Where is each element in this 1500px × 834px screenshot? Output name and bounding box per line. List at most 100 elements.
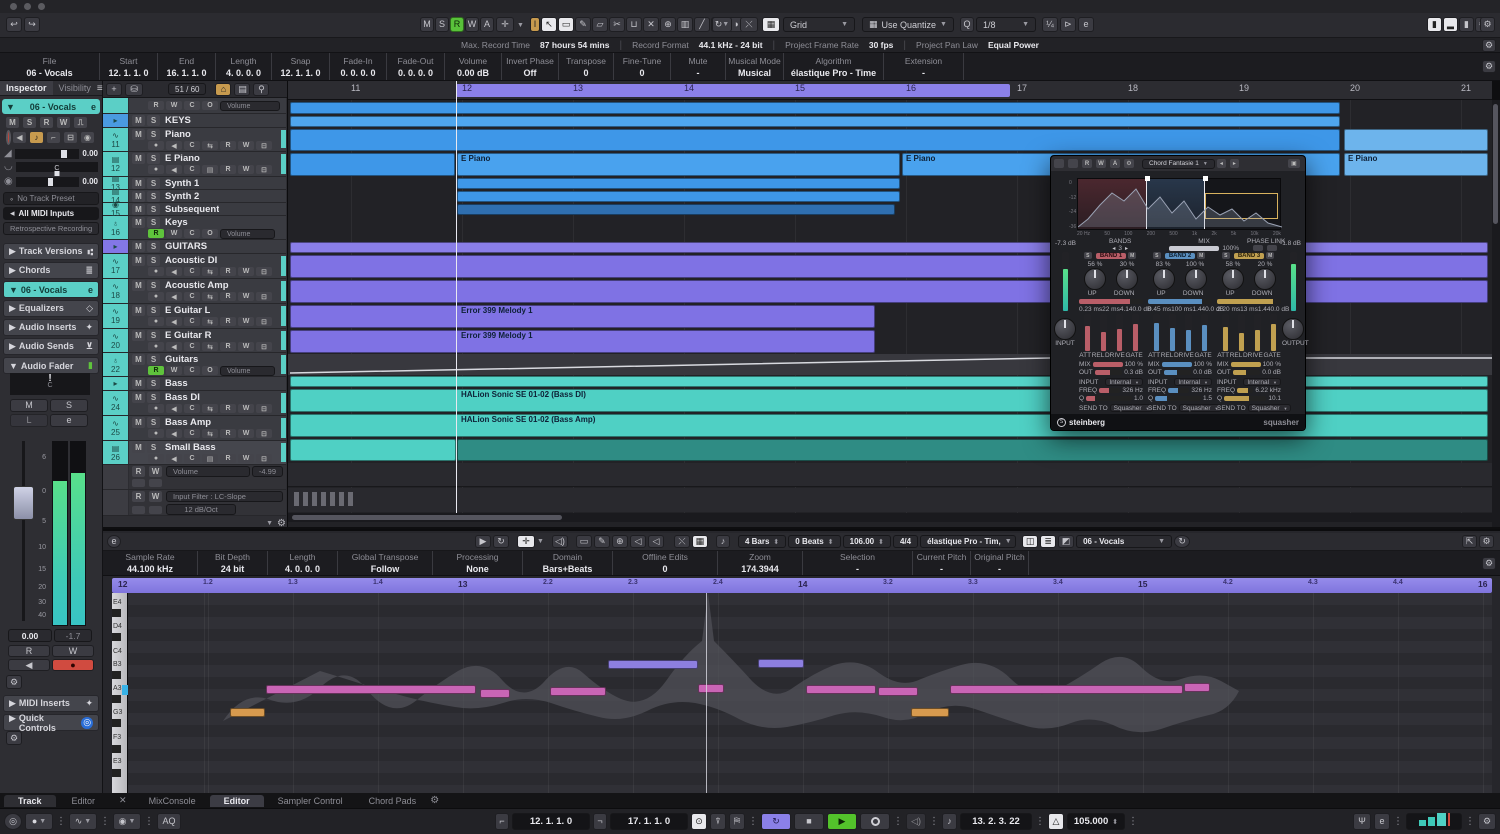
track-row-keys16[interactable]: ♁ 16 M S Keys R W C O Volume <box>103 216 286 240</box>
infoline-length[interactable]: Length 4. 0. 0. 0 <box>216 53 272 80</box>
track-edit-icon[interactable]: e <box>91 102 96 112</box>
automation-ramp-lane[interactable] <box>288 354 1492 375</box>
metronome-click-button[interactable]: Ψ <box>1353 813 1371 830</box>
plugin-gear-button[interactable]: ⚙ <box>1124 159 1134 168</box>
input-knob[interactable] <box>1054 318 1076 340</box>
editor-toolbar-setup-button[interactable]: ⚙ <box>1479 535 1494 548</box>
tab-visibility[interactable]: Visibility <box>53 83 97 93</box>
window-close-button[interactable] <box>10 3 17 10</box>
freeze-button[interactable]: ⊟ <box>256 454 272 463</box>
monitor-button[interactable]: ◀ <box>166 454 182 463</box>
band2-input-select[interactable]: Internal ▼ <box>1174 378 1212 386</box>
undo-button[interactable]: ↩ <box>6 17 22 32</box>
mute-button[interactable]: M <box>132 280 145 291</box>
tab-chord-pads[interactable]: Chord Pads <box>357 795 429 807</box>
pitch-segment[interactable] <box>698 684 724 693</box>
infoline-extension[interactable]: Extension - <box>884 53 964 80</box>
solo-button[interactable]: S <box>147 217 160 228</box>
tabbar-setup-button[interactable]: ⚙ <box>430 795 439 806</box>
band3-send-select[interactable]: Squasher ▼ <box>1247 404 1292 412</box>
inspector-read-button[interactable]: R <box>40 117 53 128</box>
o-button[interactable]: O <box>202 366 218 375</box>
solo-button[interactable]: S <box>147 190 160 202</box>
editor-infoline-setup-button[interactable]: ⚙ <box>1482 557 1496 570</box>
record-enable-button[interactable]: ● <box>148 429 164 438</box>
track-row-folder-guitars[interactable]: ▸ M S GUITARS <box>103 240 286 254</box>
read-button[interactable]: R <box>220 141 236 150</box>
event-e-guitar-l[interactable]: Error 399 Melody 1 <box>290 305 875 328</box>
editor-keyboard[interactable]: E4 D4 C4 B3 A3 G3 F3 E3 <box>112 593 128 793</box>
band3-input-select[interactable]: Internal ▼ <box>1243 378 1281 386</box>
band2-q-bar[interactable] <box>1155 396 1201 401</box>
inspector-gain-slider[interactable] <box>15 176 80 187</box>
tracklist-setup-button[interactable]: ⚙ <box>277 518 286 527</box>
mute-button[interactable]: M <box>132 115 145 126</box>
metronome-setup-button[interactable]: e <box>1374 813 1390 830</box>
fader-write-button[interactable]: W <box>52 645 94 657</box>
mute-button[interactable]: M <box>132 217 145 228</box>
write-button[interactable]: W <box>166 366 182 375</box>
read-button[interactable]: R <box>220 267 236 276</box>
event-bass-amp[interactable]: HALion Sonic SE 01-02 (Bass Amp) <box>290 414 1488 437</box>
automation-lane-volume[interactable]: R W Volume -4.99 <box>103 465 286 490</box>
write-all-button[interactable]: W <box>465 17 479 32</box>
write-button[interactable]: W <box>166 229 182 238</box>
c-button[interactable]: C <box>184 229 200 238</box>
inspector-record-button[interactable] <box>6 130 11 145</box>
write-button[interactable]: W <box>238 404 254 413</box>
read-button[interactable]: R <box>148 366 164 375</box>
solo-button[interactable]: S <box>147 255 160 266</box>
retrospective-record-field[interactable]: Retrospective Recording <box>3 222 99 235</box>
plugin-write-button[interactable]: W <box>1096 159 1106 168</box>
inspector-volume-slider[interactable] <box>14 148 80 159</box>
band3-mix-bar[interactable] <box>1230 362 1261 367</box>
band3-down-knob[interactable] <box>1254 268 1276 290</box>
filter-slope-value[interactable]: 12 dB/Oct <box>166 504 236 515</box>
write-button[interactable]: W <box>166 101 182 110</box>
split-tool[interactable]: ✂ <box>609 17 625 32</box>
freeze-button[interactable]: ⊟ <box>256 165 272 174</box>
output-knob[interactable] <box>1282 318 1304 340</box>
band2-send-select[interactable]: Squasher ▼ <box>1178 404 1223 412</box>
fader-mute-button[interactable]: M <box>10 399 48 412</box>
plugin-next-preset-button[interactable]: ▸ <box>1229 159 1239 168</box>
section-equalizers[interactable]: ▶ Equalizers ◇ <box>3 300 99 317</box>
monitor-button[interactable]: ◀ <box>166 141 182 150</box>
fader-record-enable-button[interactable]: ● <box>52 659 94 671</box>
band2-mix-bar[interactable] <box>1161 362 1192 367</box>
band2-range-slider[interactable] <box>1148 299 1212 304</box>
infoline-finetune[interactable]: Fine-Tune 0 <box>614 53 671 80</box>
band3-mute-button[interactable]: M <box>1266 252 1275 259</box>
band2-out-bar[interactable] <box>1163 370 1192 375</box>
toggle-left-zone-button[interactable]: ▮ <box>1427 17 1442 32</box>
read-button[interactable]: R <box>148 101 164 110</box>
quantize-panel-button[interactable]: e <box>1078 17 1094 32</box>
editor-canvas[interactable] <box>128 593 1492 793</box>
monitor-button[interactable]: ◀ <box>166 165 182 174</box>
freeze-button[interactable]: ⊟ <box>256 342 272 351</box>
toggle-right-zone-button[interactable]: ▮ <box>1459 17 1474 32</box>
freeze-button[interactable]: ⊟ <box>256 429 272 438</box>
horizontal-scrollbar[interactable] <box>288 513 1492 522</box>
tab-editor[interactable]: Editor <box>209 794 264 807</box>
inspector-volume-value[interactable]: 0.00 <box>82 149 98 158</box>
section-chords[interactable]: ▶ Chords ≣ <box>3 262 99 279</box>
freeze-button[interactable]: ⊟ <box>256 267 272 276</box>
track-row-bass-di[interactable]: ∿ 24 M S Bass DI ● ◀ C ⇆ R W ⊟ <box>103 391 286 416</box>
redo-button[interactable]: ↪ <box>24 17 40 32</box>
infoline-file[interactable]: File 06 - Vocals <box>0 53 100 80</box>
band2-chip[interactable]: BAND 2 <box>1164 252 1196 259</box>
write-button[interactable]: W <box>238 317 254 326</box>
performance-meter[interactable] <box>1406 813 1462 830</box>
mute-button[interactable]: M <box>132 330 145 341</box>
editor-solo-track-button[interactable]: ◩ <box>1058 535 1075 548</box>
band3-solo-button[interactable]: S <box>1221 252 1230 259</box>
inspector-monitor-button[interactable]: ◀ <box>13 132 26 143</box>
editor-bars-field[interactable]: 4 Bars ⬍ <box>737 535 787 548</box>
pitch-segment[interactable] <box>550 687 606 696</box>
record-enable-button[interactable]: ● <box>148 165 164 174</box>
pitch-segment[interactable] <box>230 708 265 717</box>
position-display[interactable]: 13. 2. 3. 22 <box>960 813 1032 830</box>
automation-param-select[interactable]: Input Filter : LC-Slope <box>166 491 283 502</box>
pitch-segment[interactable] <box>266 685 476 694</box>
